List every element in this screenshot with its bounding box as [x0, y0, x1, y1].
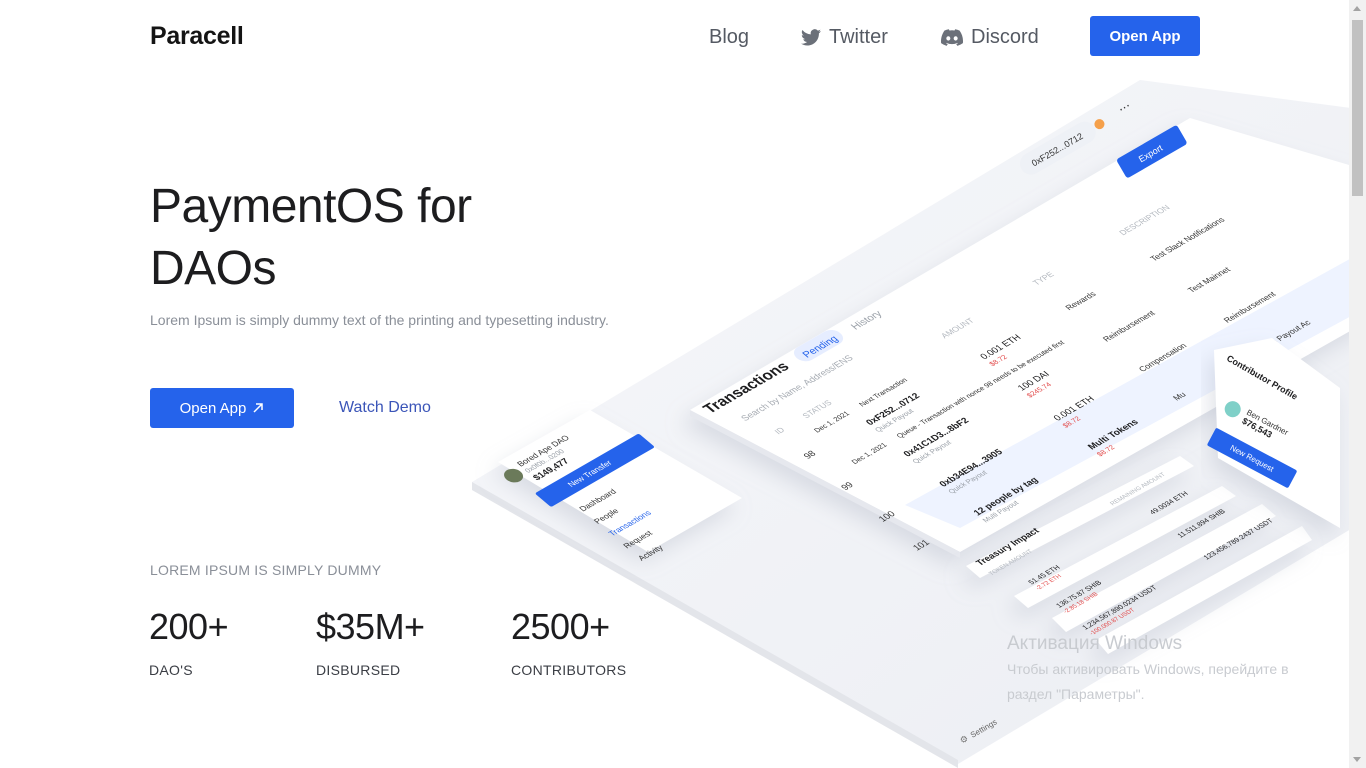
- windows-activation-watermark: Активация Windows Чтобы активировать Win…: [1007, 633, 1289, 705]
- top-nav: Paracell Blog Twitter Discord Open App: [0, 0, 1366, 76]
- nav-link-label: Blog: [709, 26, 750, 48]
- stat-label: DAO'S: [149, 662, 193, 678]
- watermark-line-1: Чтобы активировать Windows, перейдите в: [1007, 661, 1289, 677]
- open-app-hero-button[interactable]: Open App: [150, 388, 294, 428]
- scrollbar[interactable]: [1349, 0, 1366, 768]
- stats-kicker: LOREM IPSUM IS SIMPLY DUMMY: [150, 562, 382, 578]
- twitter-icon: [801, 29, 821, 46]
- scrollbar-thumb[interactable]: [1352, 20, 1363, 196]
- discord-icon: [941, 29, 963, 46]
- watermark-title: Активация Windows: [1007, 633, 1183, 654]
- nav-link-twitter[interactable]: Twitter: [801, 26, 888, 49]
- scroll-up-arrow-icon[interactable]: [1353, 6, 1361, 11]
- nav-link-label: Twitter: [829, 26, 888, 48]
- scroll-down-arrow-icon[interactable]: [1353, 757, 1361, 762]
- watermark-line-2: раздел "Параметры".: [1007, 686, 1145, 702]
- stat-value: 200+: [149, 606, 229, 647]
- nav-link-label: Discord: [971, 26, 1039, 48]
- arrow-up-right-icon: [253, 403, 264, 413]
- hero-title: PaymentOS for DAOs: [150, 180, 472, 295]
- hero-subtitle: Lorem Ipsum is simply dummy text of the …: [150, 312, 609, 328]
- watch-demo-link[interactable]: Watch Demo: [339, 399, 431, 417]
- stat-value: $35M+: [316, 606, 425, 647]
- open-app-hero-label: Open App: [179, 399, 247, 417]
- stat-contributors: 2500+ CONTRIBUTORS: [511, 606, 626, 678]
- logo[interactable]: Paracell: [150, 22, 244, 51]
- nav-link-discord[interactable]: Discord: [941, 26, 1039, 49]
- stat-daos: 200+ DAO'S: [149, 606, 229, 678]
- stat-label: CONTRIBUTORS: [511, 662, 627, 678]
- stat-disbursed: $35M+ DISBURSED: [316, 606, 425, 678]
- stat-label: DISBURSED: [316, 662, 401, 678]
- stat-value: 2500+: [511, 606, 610, 647]
- nav-link-blog[interactable]: Blog: [709, 26, 749, 49]
- open-app-nav-button[interactable]: Open App: [1090, 16, 1200, 56]
